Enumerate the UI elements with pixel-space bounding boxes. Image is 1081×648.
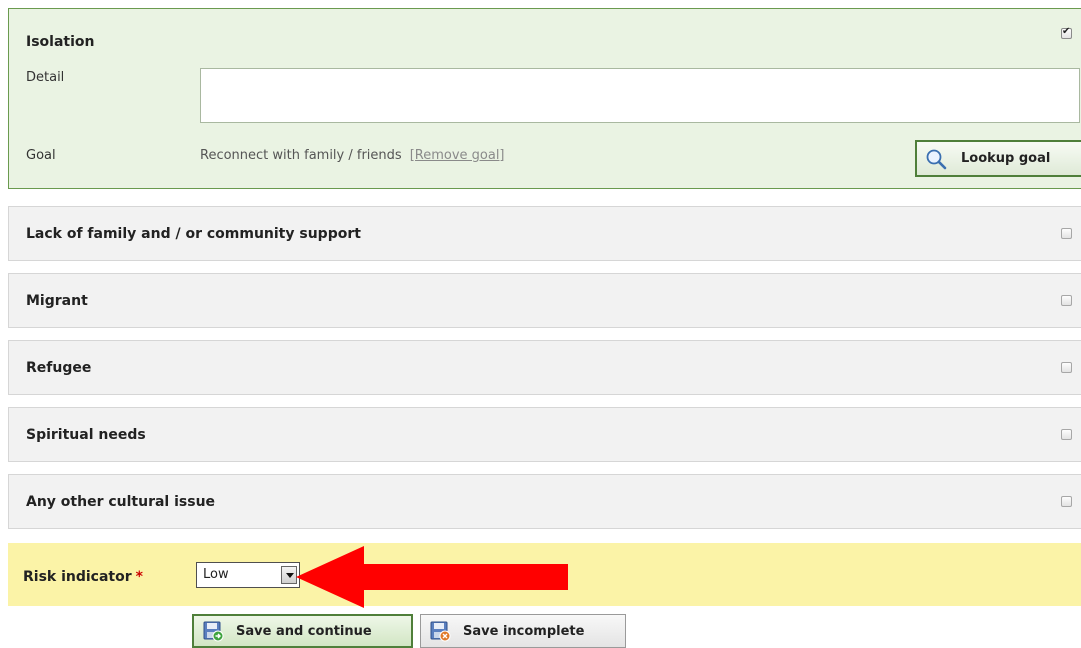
goal-value: Reconnect with family / friends [Remove g… xyxy=(200,148,505,163)
section-title: Refugee xyxy=(26,360,92,376)
save-incomplete-label: Save incomplete xyxy=(463,623,585,639)
section-checkbox[interactable] xyxy=(1061,295,1072,306)
dropdown-arrow-icon[interactable] xyxy=(281,566,297,584)
section-checkbox[interactable] xyxy=(1061,228,1072,239)
lookup-goal-button[interactable]: Lookup goal xyxy=(915,140,1081,177)
save-continue-icon xyxy=(203,621,224,642)
risk-indicator-select[interactable]: Low xyxy=(196,562,300,588)
section-title: Any other cultural issue xyxy=(26,494,216,510)
section-checkbox[interactable] xyxy=(1061,26,1072,39)
section-title: Spiritual needs xyxy=(26,427,146,443)
red-arrow-annotation xyxy=(296,546,568,608)
goal-text: Reconnect with family / friends xyxy=(200,148,402,163)
goal-label: Goal xyxy=(26,148,56,163)
section-migrant[interactable]: Migrant xyxy=(8,273,1081,328)
section-checkbox[interactable] xyxy=(1061,362,1072,373)
search-icon xyxy=(926,149,947,169)
save-and-continue-label: Save and continue xyxy=(236,623,372,639)
section-checkbox[interactable] xyxy=(1061,429,1072,440)
save-incomplete-icon xyxy=(430,621,451,642)
risk-indicator-label: Risk indicator * xyxy=(23,569,143,585)
risk-indicator-value: Low xyxy=(203,567,229,582)
section-spiritual-needs[interactable]: Spiritual needs xyxy=(8,407,1081,462)
section-title: Isolation xyxy=(26,34,95,50)
section-title: Lack of family and / or community suppor… xyxy=(26,226,361,242)
required-mark: * xyxy=(135,569,143,585)
section-isolation: Isolation Detail Goal Reconnect with fam… xyxy=(8,8,1081,189)
save-and-continue-button[interactable]: Save and continue xyxy=(192,614,413,648)
section-other-cultural-issue[interactable]: Any other cultural issue xyxy=(8,474,1081,529)
section-title: Migrant xyxy=(26,293,88,309)
risk-indicator-text: Risk indicator xyxy=(23,569,132,585)
section-refugee[interactable]: Refugee xyxy=(8,340,1081,395)
detail-label: Detail xyxy=(26,70,65,85)
section-lack-of-family-support[interactable]: Lack of family and / or community suppor… xyxy=(8,206,1081,261)
section-checkbox[interactable] xyxy=(1061,496,1072,507)
save-incomplete-button[interactable]: Save incomplete xyxy=(420,614,626,648)
lookup-goal-label: Lookup goal xyxy=(961,151,1051,166)
detail-textarea[interactable] xyxy=(200,68,1080,123)
remove-goal-link[interactable]: [Remove goal] xyxy=(410,148,505,163)
